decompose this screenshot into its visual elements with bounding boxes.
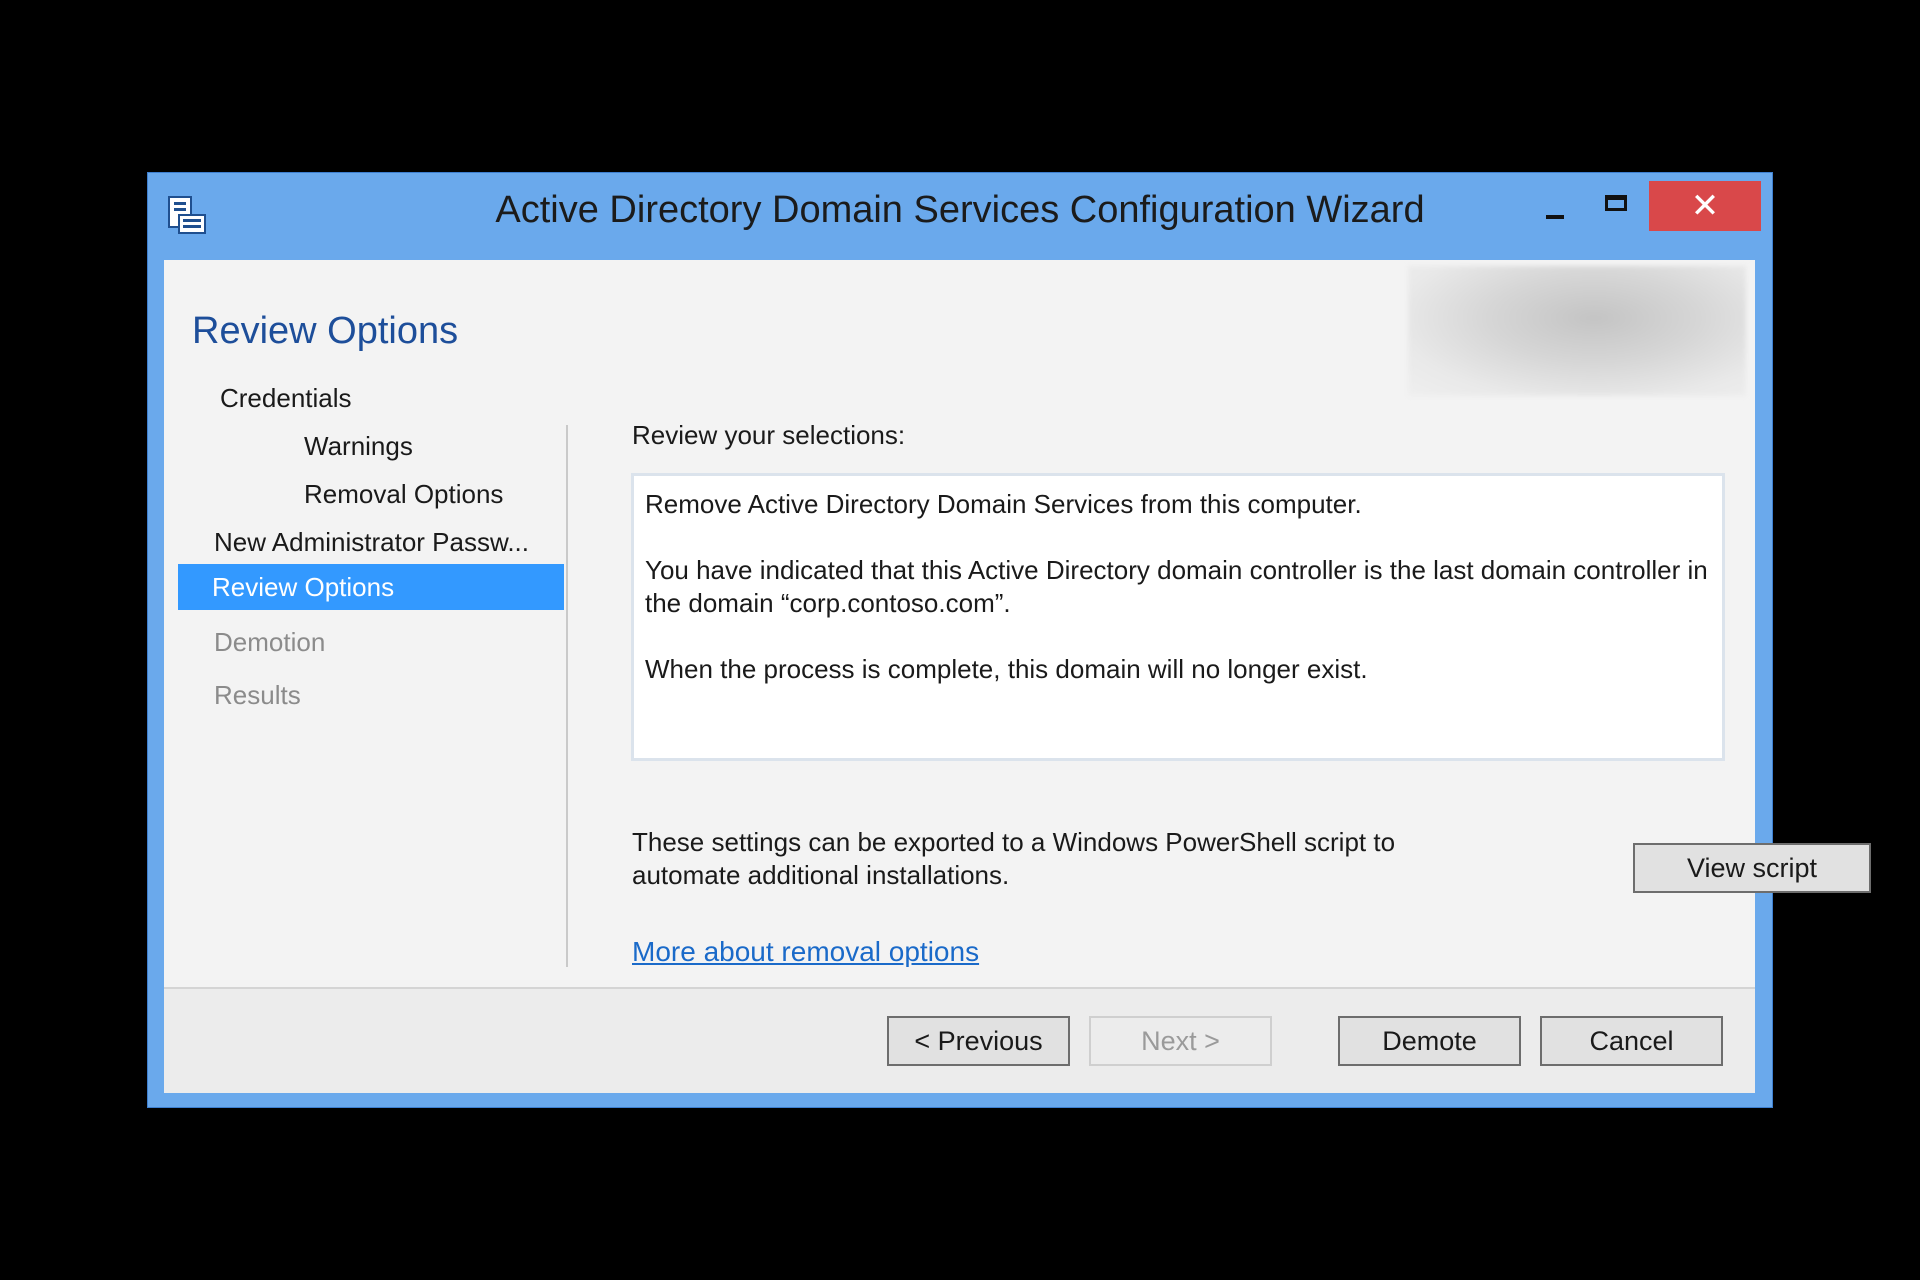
nav-item-removal-options[interactable]: Removal Options bbox=[304, 479, 503, 510]
review-line: When the process is complete, this domai… bbox=[645, 654, 1368, 684]
demote-button[interactable]: Demote bbox=[1338, 1016, 1521, 1066]
minimize-button[interactable] bbox=[1526, 181, 1582, 231]
title-bar[interactable]: Active Directory Domain Services Configu… bbox=[148, 173, 1772, 260]
review-text-box[interactable]: Remove Active Directory Domain Services … bbox=[631, 473, 1725, 761]
review-selections-label: Review your selections: bbox=[632, 420, 906, 450]
previous-button[interactable]: < Previous bbox=[887, 1016, 1070, 1066]
export-description: These settings can be exported to a Wind… bbox=[632, 827, 1396, 890]
nav-item-review-options[interactable]: Review Options bbox=[178, 564, 564, 610]
page-title: Review Options bbox=[192, 310, 459, 352]
nav-item-warnings[interactable]: Warnings bbox=[304, 431, 413, 462]
review-line: Remove Active Directory Domain Services … bbox=[645, 489, 1362, 519]
banner-image bbox=[1408, 266, 1746, 396]
nav-item-results: Results bbox=[214, 680, 301, 710]
nav-divider bbox=[566, 425, 568, 967]
wizard-client-area: Review Options Credentials Warnings Remo… bbox=[164, 260, 1871, 1093]
maximize-button[interactable] bbox=[1588, 181, 1644, 231]
view-script-button[interactable]: View script bbox=[1633, 843, 1871, 893]
close-button[interactable]: ✕ bbox=[1649, 181, 1761, 231]
wizard-window: Active Directory Domain Services Configu… bbox=[147, 172, 1871, 1108]
nav-item-new-admin-password[interactable]: New Administrator Passw... bbox=[214, 527, 529, 558]
next-button: Next > bbox=[1089, 1016, 1272, 1066]
more-about-removal-options-link[interactable]: More about removal options bbox=[632, 936, 979, 968]
nav-item-demotion: Demotion bbox=[214, 627, 326, 657]
nav-item-credentials[interactable]: Credentials bbox=[220, 383, 352, 414]
close-icon: ✕ bbox=[1690, 187, 1720, 225]
cancel-button[interactable]: Cancel bbox=[1540, 1016, 1723, 1066]
review-line: You have indicated that this Active Dire… bbox=[645, 555, 1708, 618]
